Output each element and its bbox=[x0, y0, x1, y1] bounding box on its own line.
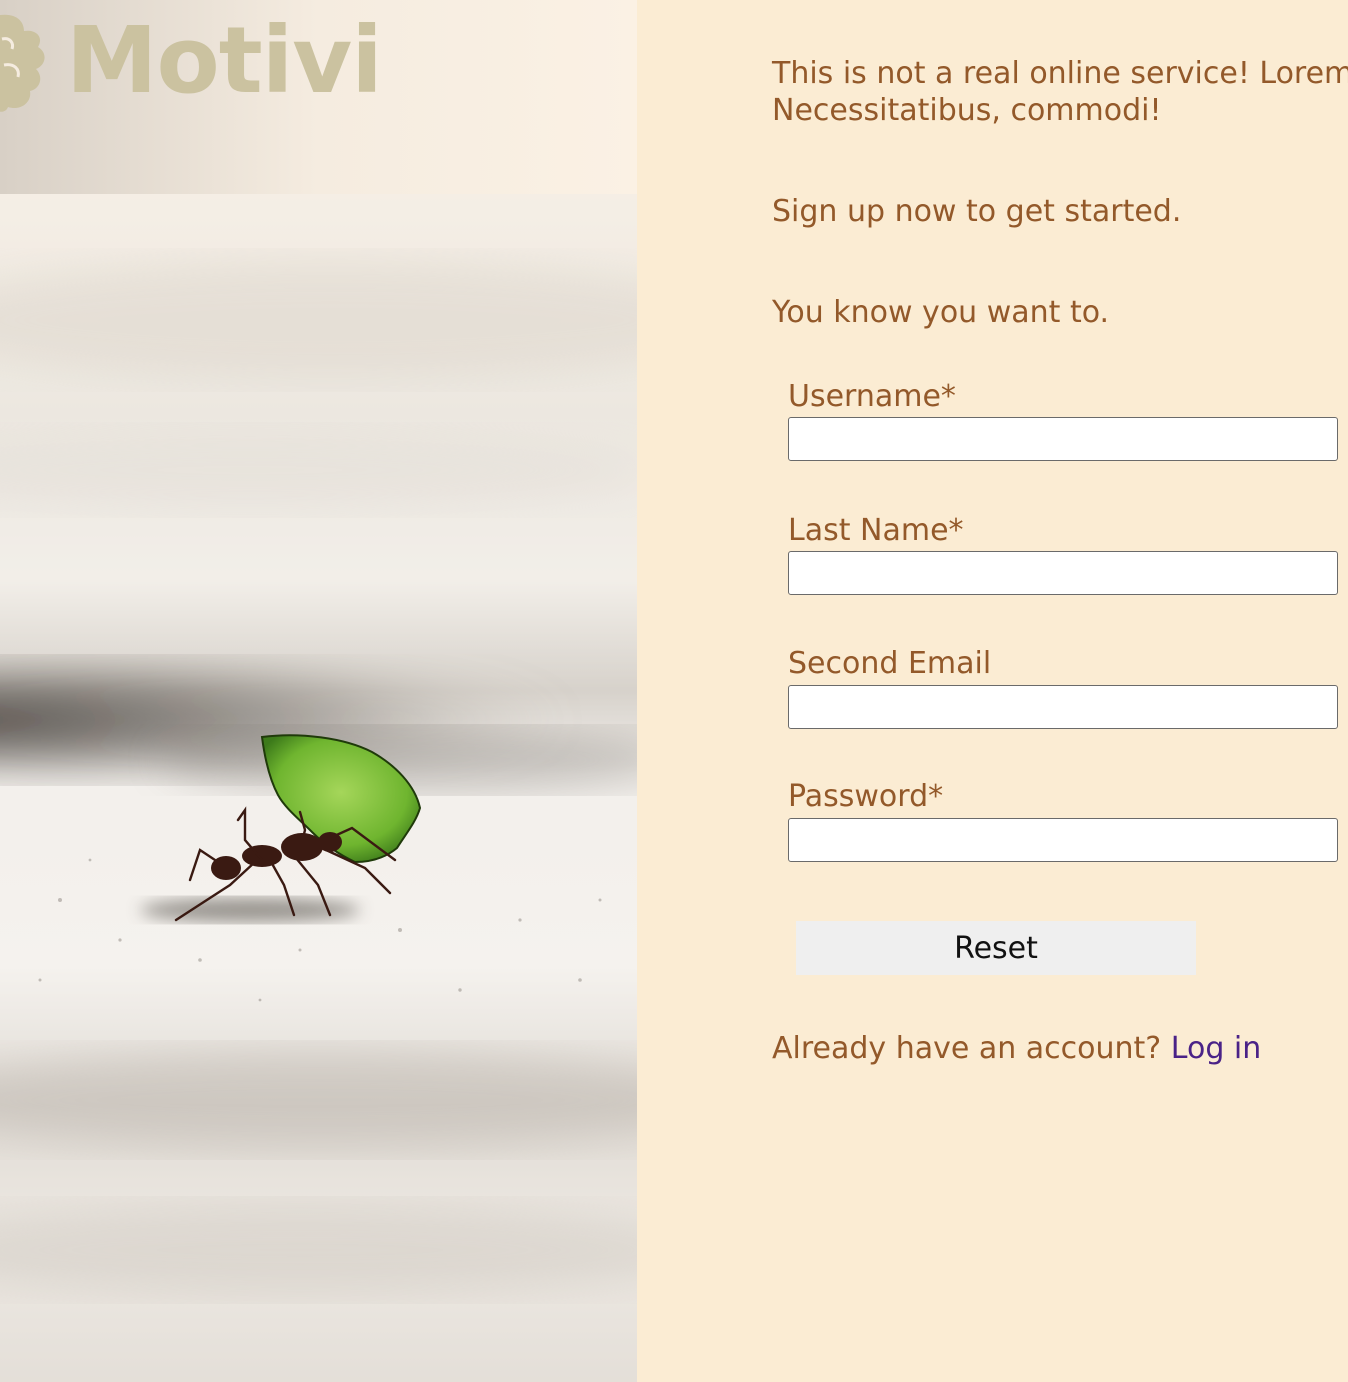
brain-icon bbox=[0, 14, 45, 112]
password-input[interactable] bbox=[788, 818, 1338, 862]
brand-name: Motivi bbox=[66, 7, 383, 114]
demo-notice: This is not a real online service! Lorem… bbox=[772, 55, 1348, 129]
demo-notice-line-2: Necessitatibus, commodi! bbox=[772, 93, 1162, 128]
last-name-label: Last Name* bbox=[788, 513, 964, 548]
brand-logo[interactable]: Motivi bbox=[0, 6, 383, 116]
motivation-text: You know you want to. bbox=[772, 295, 1110, 330]
second-email-label: Second Email bbox=[788, 646, 992, 681]
ant-photo-scene bbox=[0, 0, 637, 1382]
signup-panel: This is not a real online service! Lorem… bbox=[637, 0, 1348, 1382]
hero-photo: Motivi bbox=[0, 0, 637, 1382]
signup-prompt: Sign up now to get started. bbox=[772, 194, 1182, 229]
password-label: Password* bbox=[788, 779, 944, 814]
second-email-input[interactable] bbox=[788, 685, 1338, 729]
login-link[interactable]: Log in bbox=[1171, 1031, 1261, 1066]
last-name-input[interactable] bbox=[788, 551, 1338, 595]
username-input[interactable] bbox=[788, 417, 1338, 461]
login-prompt: Already have an account? Log in bbox=[772, 1030, 1261, 1067]
login-prompt-text: Already have an account? bbox=[772, 1031, 1162, 1066]
reset-button[interactable]: Reset bbox=[796, 921, 1196, 975]
username-label: Username* bbox=[788, 379, 956, 414]
demo-notice-line-1: This is not a real online service! Lorem bbox=[772, 56, 1348, 91]
